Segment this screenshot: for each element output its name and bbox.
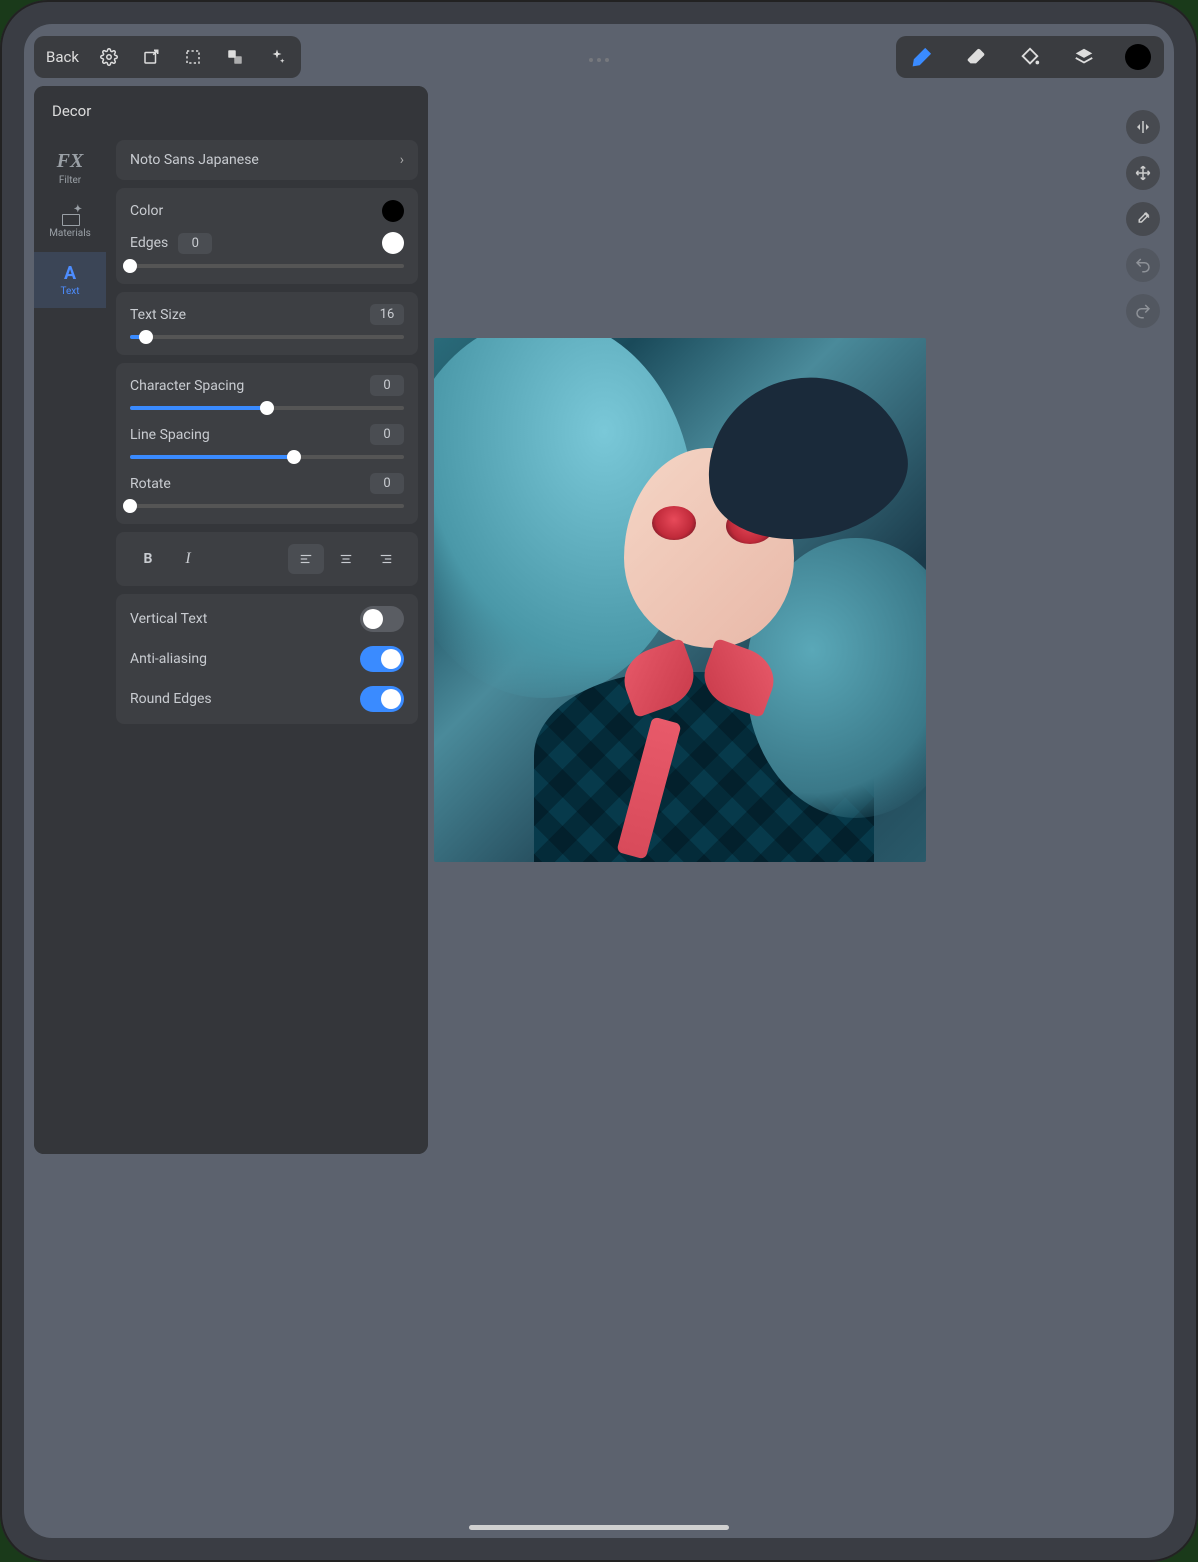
screen: Back [24, 24, 1174, 1538]
more-dots-icon [589, 58, 609, 62]
anti-aliasing-toggle[interactable] [360, 646, 404, 672]
tab-filter-label: Filter [59, 175, 81, 186]
edge-color-swatch[interactable] [382, 232, 404, 254]
char-spacing-slider[interactable] [130, 406, 404, 410]
device-frame: Back [0, 0, 1198, 1562]
brush-icon[interactable] [906, 41, 938, 73]
tab-materials-label: Materials [49, 228, 91, 239]
canvas-artwork[interactable] [434, 338, 926, 862]
color-label: Color [130, 203, 163, 219]
move-icon[interactable] [1126, 156, 1160, 190]
bucket-icon[interactable] [1014, 41, 1046, 73]
italic-button[interactable]: I [170, 544, 206, 574]
eraser-icon[interactable] [960, 41, 992, 73]
font-selector[interactable]: Noto Sans Japanese › [116, 140, 418, 180]
edges-slider[interactable] [130, 264, 404, 268]
decor-side-tabs: FX Filter Materials A Text [34, 86, 106, 1154]
layers-icon[interactable] [1068, 41, 1100, 73]
align-center-button[interactable] [328, 544, 364, 574]
home-indicator[interactable] [469, 1525, 729, 1530]
round-edges-label: Round Edges [130, 691, 212, 707]
bold-button[interactable]: B [130, 544, 166, 574]
format-card: B I [116, 532, 418, 586]
undo-icon[interactable] [1126, 248, 1160, 282]
text-size-value[interactable]: 16 [370, 304, 404, 325]
edges-label: Edges [130, 235, 168, 251]
right-vertical-buttons [1126, 110, 1160, 328]
edges-value[interactable]: 0 [178, 233, 212, 254]
toggle-card: Vertical Text Anti-aliasing Round Edges [116, 594, 418, 724]
transform-icon[interactable] [219, 41, 251, 73]
settings-icon[interactable] [93, 41, 125, 73]
text-size-label: Text Size [130, 307, 186, 323]
rotate-label: Rotate [130, 476, 171, 492]
spacing-rotate-card: Character Spacing 0 Line Spacing 0 [116, 363, 418, 524]
mirror-icon[interactable] [1126, 110, 1160, 144]
materials-icon [60, 210, 80, 226]
sparkle-icon[interactable] [261, 41, 293, 73]
vertical-text-label: Vertical Text [130, 611, 207, 627]
font-name: Noto Sans Japanese [130, 152, 259, 168]
color-edges-card: Color Edges 0 [116, 188, 418, 284]
text-size-slider[interactable] [130, 335, 404, 339]
decor-panel: Decor FX Filter Materials A Text No [34, 86, 428, 1154]
export-icon[interactable] [135, 41, 167, 73]
rotate-value[interactable]: 0 [370, 473, 404, 494]
line-spacing-label: Line Spacing [130, 427, 210, 443]
text-size-card: Text Size 16 [116, 292, 418, 355]
color-swatch[interactable] [1122, 41, 1154, 73]
tab-text-label: Text [60, 286, 79, 297]
vertical-text-toggle[interactable] [360, 606, 404, 632]
selection-icon[interactable] [177, 41, 209, 73]
text-color-swatch[interactable] [382, 200, 404, 222]
anti-aliasing-label: Anti-aliasing [130, 651, 207, 667]
decor-panel-title: Decor [34, 86, 428, 136]
top-right-toolbar [896, 36, 1164, 78]
char-spacing-label: Character Spacing [130, 378, 244, 394]
line-spacing-value[interactable]: 0 [370, 424, 404, 445]
rotate-slider[interactable] [130, 504, 404, 508]
top-left-toolbar: Back [34, 36, 301, 78]
tab-filter[interactable]: FX Filter [34, 140, 106, 196]
fx-icon: FX [57, 150, 84, 173]
align-left-button[interactable] [288, 544, 324, 574]
chevron-right-icon: › [400, 152, 404, 168]
round-edges-toggle[interactable] [360, 686, 404, 712]
char-spacing-value[interactable]: 0 [370, 375, 404, 396]
back-button[interactable]: Back [42, 48, 83, 66]
line-spacing-slider[interactable] [130, 455, 404, 459]
eyedropper-icon[interactable] [1126, 202, 1160, 236]
decor-panel-body: Noto Sans Japanese › Color Edges 0 [106, 86, 428, 1154]
text-a-icon: A [64, 263, 76, 284]
redo-icon[interactable] [1126, 294, 1160, 328]
tab-text[interactable]: A Text [34, 252, 106, 308]
tab-materials[interactable]: Materials [34, 196, 106, 252]
align-right-button[interactable] [368, 544, 404, 574]
